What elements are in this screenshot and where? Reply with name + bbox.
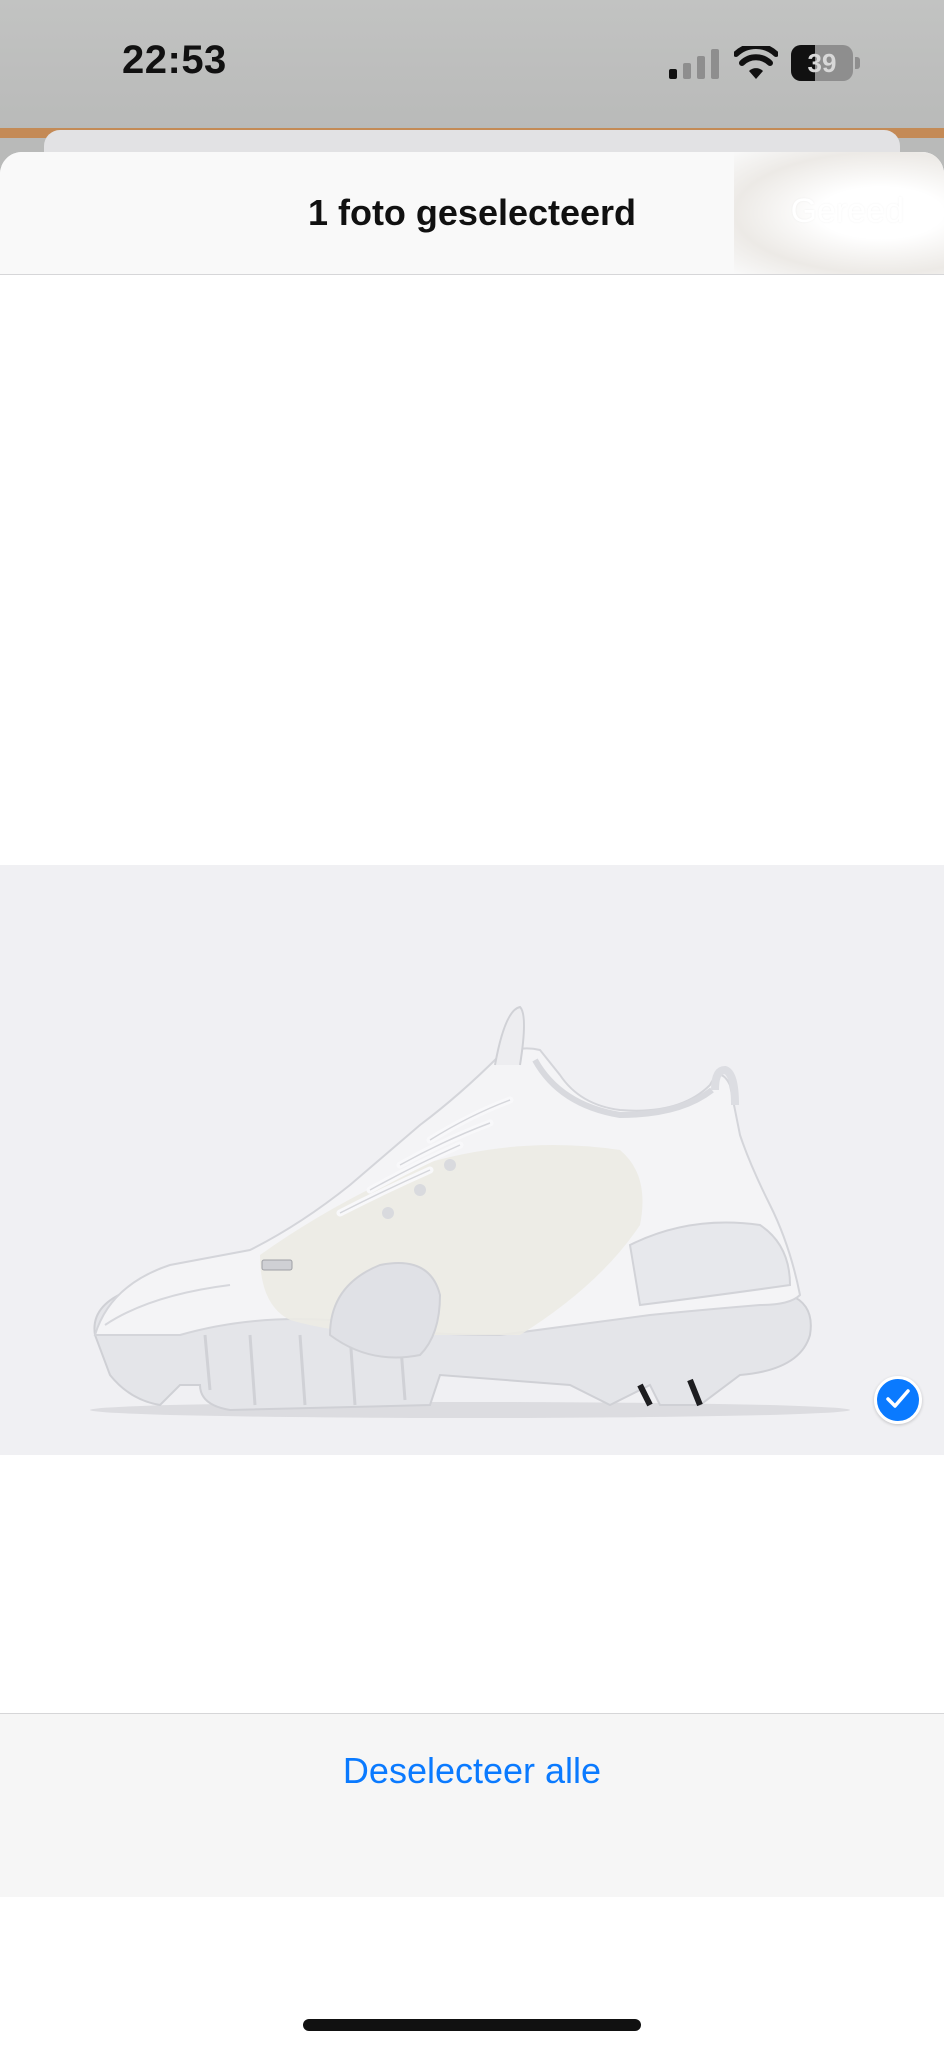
- home-indicator[interactable]: [303, 2019, 641, 2031]
- signal-icon: [669, 49, 719, 79]
- photo-viewer: [0, 275, 944, 1865]
- sneaker-image: [90, 1005, 850, 1418]
- sheet-header: 1 foto geselecteerd Gereed: [0, 152, 944, 275]
- screen: 22:53 39 1 foto geselecteerd Gereed Dese…: [0, 0, 944, 2048]
- battery-nub: [855, 57, 860, 69]
- photo-selection-sheet: 1 foto geselecteerd Gereed Deselecteer a…: [0, 152, 944, 2048]
- status-time: 22:53: [122, 38, 227, 82]
- checkmark-icon[interactable]: [874, 1376, 922, 1424]
- bottom-toolbar: Deselecteer alle: [0, 1713, 944, 1897]
- battery-body: 39: [791, 45, 853, 81]
- battery-level: 39: [807, 48, 837, 78]
- status-bar: 22:53 39: [0, 0, 944, 128]
- wifi-icon: [734, 46, 778, 79]
- deselect-all-button[interactable]: Deselecteer alle: [0, 1750, 944, 1792]
- done-button[interactable]: Gereed: [791, 192, 904, 231]
- selected-photo[interactable]: [0, 865, 944, 1455]
- battery-icon: 39: [791, 45, 860, 81]
